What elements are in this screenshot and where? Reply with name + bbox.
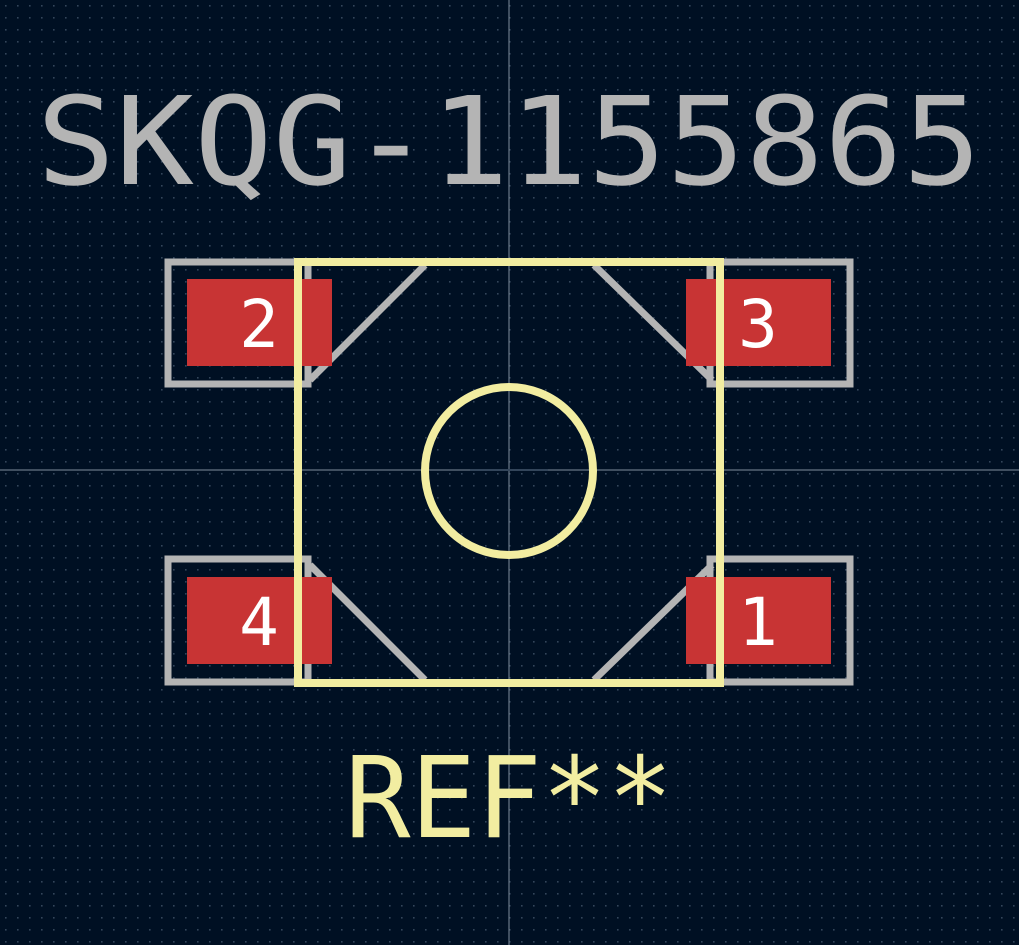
pad-1-number: 1: [738, 584, 778, 661]
pad-4-number: 4: [239, 584, 279, 661]
pad-3[interactable]: 3: [686, 279, 831, 366]
pad-2-number: 2: [239, 286, 279, 363]
pad-4[interactable]: 4: [187, 577, 332, 664]
footprint-reference-text[interactable]: REF**: [345, 734, 673, 864]
pad-3-number: 3: [738, 286, 778, 363]
pad-1[interactable]: 1: [686, 577, 831, 664]
pcb-footprint-canvas[interactable]: 2 3 4 1 SKQG-1155865 REF**: [0, 0, 1019, 945]
pad-2[interactable]: 2: [187, 279, 332, 366]
footprint-value-text[interactable]: SKQG-1155865: [37, 71, 982, 213]
